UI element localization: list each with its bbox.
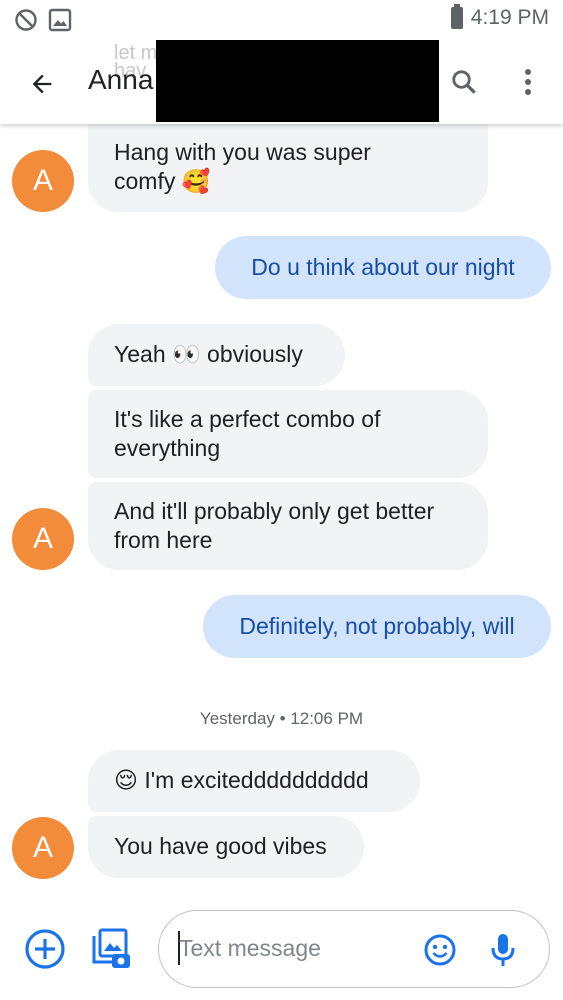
do-not-disturb-icon: [15, 9, 37, 31]
search-icon: [452, 70, 476, 94]
gallery-button[interactable]: [90, 926, 132, 970]
message-text: You have good vibes: [114, 833, 327, 859]
more-vert-icon: [525, 69, 531, 95]
message-bubble-incoming[interactable]: Hang with you was super comfy 🥰: [88, 124, 488, 212]
attach-button[interactable]: [24, 928, 66, 970]
message-bubble-incoming[interactable]: Yeah 👀 obviously: [88, 324, 345, 386]
message-bubble-incoming[interactable]: And it'll probably only get better from …: [88, 482, 488, 570]
message-bubble-outgoing[interactable]: Definitely, not probably, will: [203, 595, 551, 658]
message-input[interactable]: Text message: [179, 935, 321, 962]
message-text: Definitely, not probably, will: [239, 613, 515, 639]
mic-icon: [491, 934, 515, 966]
add-circle-icon: [25, 929, 65, 969]
contact-avatar[interactable]: A: [12, 817, 74, 879]
status-bar-system: 4:19 PM: [450, 4, 549, 30]
gallery-icon: [92, 928, 130, 968]
back-arrow-icon: [32, 74, 52, 94]
message-bubble-incoming[interactable]: You have good vibes: [88, 816, 364, 878]
message-text: comfy 🥰: [114, 168, 211, 194]
compose-bar: Text message: [0, 900, 563, 1000]
more-options-button[interactable]: [510, 62, 546, 102]
message-text: It's like a perfect combo of: [114, 406, 381, 432]
message-timestamp: Yesterday • 12:06 PM: [199, 709, 364, 728]
message-text: And it'll probably only get better: [114, 498, 435, 524]
voice-input-button[interactable]: [489, 931, 517, 969]
status-bar: 4:19 PM: [0, 0, 563, 40]
status-time: 4:19 PM: [470, 6, 549, 29]
emoji-icon: [424, 934, 456, 966]
image-notification-icon: [48, 8, 72, 32]
search-button[interactable]: [444, 62, 484, 102]
message-text: 😌 I'm excitedddddddddd: [114, 767, 369, 793]
back-button[interactable]: [22, 64, 62, 104]
message-bubble-incoming[interactable]: It's like a perfect combo of everything: [88, 390, 488, 478]
battery-icon: [450, 4, 463, 29]
contact-avatar[interactable]: A: [12, 150, 74, 212]
app-bar: let m hav Anna: [0, 8, 563, 124]
message-text: from here: [114, 527, 213, 553]
contact-avatar[interactable]: A: [12, 508, 74, 570]
message-bubble-incoming[interactable]: 😌 I'm excitedddddddddd: [88, 750, 420, 812]
emoji-button[interactable]: [423, 933, 457, 967]
message-text: Hang with you was super: [114, 139, 371, 165]
message-input-box[interactable]: Text message: [158, 910, 550, 988]
message-text: Yeah 👀 obviously: [114, 341, 303, 367]
conversation-title[interactable]: Anna: [88, 64, 153, 96]
message-text: everything: [114, 435, 221, 461]
message-text: Do u think about our night: [251, 254, 515, 280]
status-bar-notifications: [14, 8, 72, 32]
message-bubble-outgoing[interactable]: Do u think about our night: [215, 236, 551, 299]
